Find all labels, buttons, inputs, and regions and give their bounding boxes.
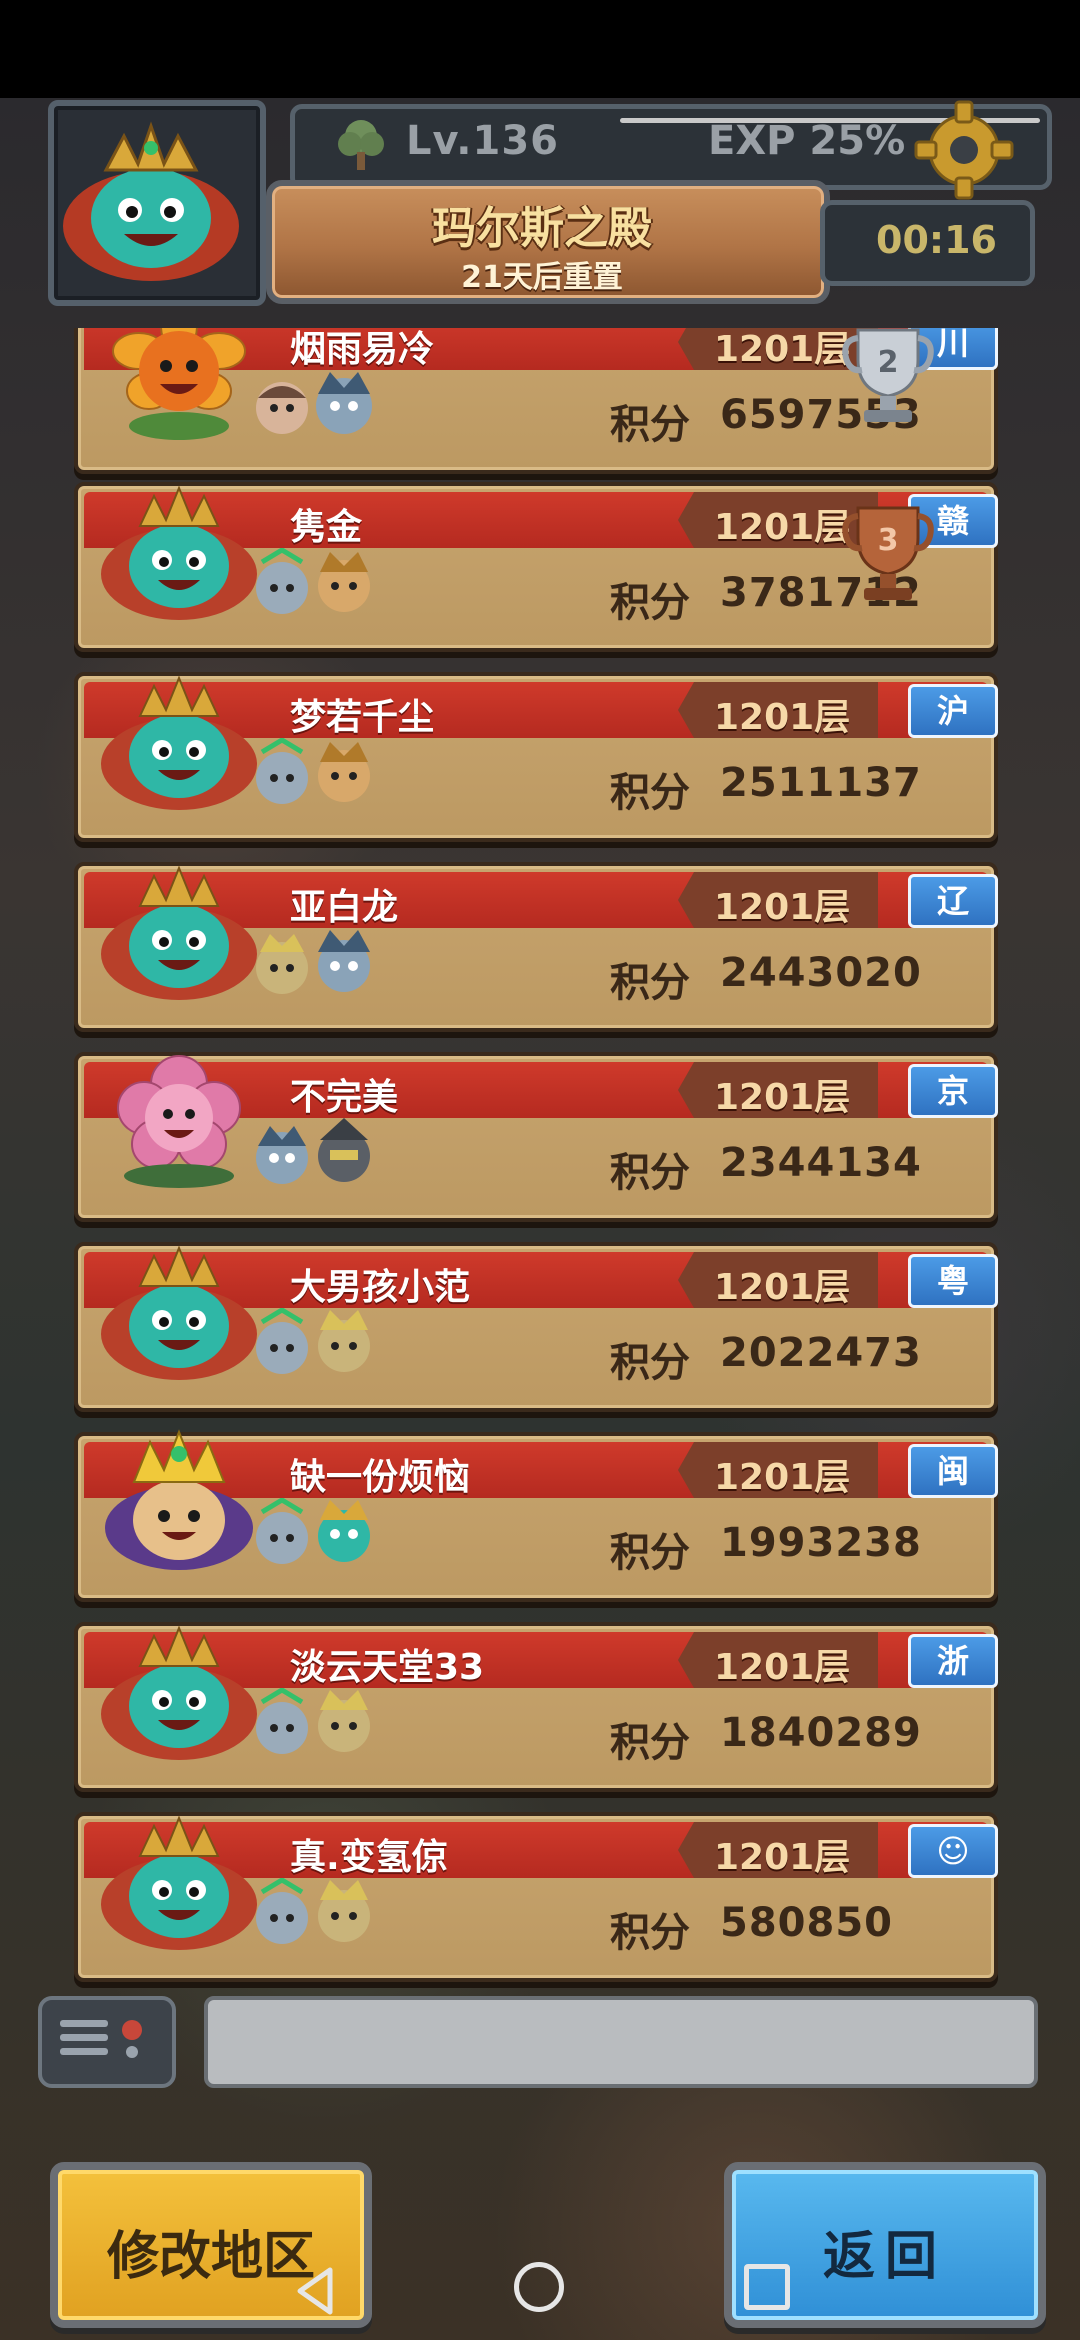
score-label: 积分 [610, 770, 690, 816]
leaderboard-entry[interactable]: 淡云天堂33 1201层 浙 积分 1840289 [74, 1622, 998, 1792]
floor-count: 1201层 [714, 1077, 851, 1118]
score-value: 1993238 [720, 1520, 922, 1566]
score-label: 积分 [610, 580, 690, 626]
frog-king-hero-icon [101, 675, 257, 810]
region-badge: 粤 [908, 1254, 998, 1308]
leaderboard-entry[interactable]: 梦若千尘 1201层 沪 积分 2511137 [74, 672, 998, 842]
reset-countdown: 21天后重置 [461, 260, 623, 295]
companion-hero-icon [256, 1308, 308, 1374]
companion-hero-icon [318, 1310, 370, 1372]
player-name: 淡云天堂33 [290, 1647, 485, 1688]
chat-menu-icon [60, 2020, 142, 2058]
region-badge: 京 [908, 1064, 998, 1118]
companion-hero-icon [318, 1690, 370, 1752]
player-avatar[interactable] [48, 100, 266, 306]
score-value: 580850 [720, 1900, 893, 1946]
score-value: 2022473 [720, 1330, 922, 1376]
score-label: 积分 [610, 402, 690, 448]
companion-hero-icon [318, 1118, 370, 1182]
nav-home-icon[interactable] [514, 2262, 564, 2312]
player-exp: EXP 25% [708, 118, 906, 164]
dungeon-title: 玛尔斯之殿 [432, 203, 652, 254]
player-name: 隽金 [290, 507, 363, 548]
companion-hero-icon [256, 1498, 308, 1564]
companion-hero-icon [256, 934, 308, 994]
region-badge: ☺ [908, 1824, 998, 1878]
frog-king-hero-icon [101, 485, 257, 620]
player-name: 烟雨易冷 [290, 329, 435, 370]
score-label: 积分 [610, 1720, 690, 1766]
player-name: 大男孩小范 [290, 1267, 471, 1308]
silver-trophy-icon: 2 [842, 328, 934, 422]
floor-count: 1201层 [714, 1457, 851, 1498]
floor-count: 1201层 [714, 1837, 851, 1878]
frog-king-hero-icon [101, 1815, 257, 1950]
region-badge: 沪 [908, 684, 998, 738]
leaderboard-entry[interactable]: 缺一份烦恼 1201层 闽 积分 1993238 [74, 1429, 998, 1602]
companion-hero-icon [256, 382, 308, 434]
player-name: 真.变氢倞 [290, 1837, 448, 1878]
frog-king-hero-icon [101, 865, 257, 1000]
score-value: 2511137 [720, 760, 922, 806]
companion-hero-icon [318, 552, 370, 612]
score-label: 积分 [610, 1340, 690, 1386]
companion-hero-icon [316, 372, 372, 434]
companion-hero-icon [256, 1878, 308, 1944]
score-label: 积分 [610, 960, 690, 1006]
leaderboard-entry[interactable]: 亚白龙 1201层 辽 积分 2443020 [74, 862, 998, 1032]
leaderboard-entry[interactable]: 隽金 1201层 赣 积分 3781712 3 [74, 482, 998, 652]
timer: 00:16 [876, 218, 997, 262]
floor-count: 1201层 [714, 507, 851, 548]
companion-hero-icon [318, 930, 370, 992]
purple-king-hero-icon [105, 1429, 253, 1570]
svg-text:2: 2 [878, 345, 899, 380]
companion-hero-icon [318, 1500, 370, 1562]
floor-count: 1201层 [714, 697, 851, 738]
frog-king-avatar-icon [63, 121, 239, 281]
companion-hero-icon [318, 742, 370, 802]
score-value: 2344134 [720, 1140, 922, 1186]
companion-hero-icon [256, 1688, 308, 1754]
leaderboard-entry[interactable]: 不完美 1201层 京 积分 2344134 [74, 1052, 998, 1222]
chat-button[interactable] [38, 1996, 176, 2088]
companion-hero-icon [256, 1126, 308, 1184]
leaderboard-list[interactable]: 烟雨易冷 1201层 川 积分 6597553 2 隽金 1201层 赣 积分 … [60, 328, 1020, 2008]
nav-back-icon[interactable] [290, 2264, 344, 2318]
chat-message-bar[interactable] [204, 1996, 1038, 2088]
score-label: 积分 [610, 1530, 690, 1576]
player-name: 梦若千尘 [290, 697, 435, 738]
sunflower-hero-icon [112, 328, 246, 440]
player-level: Lv.136 [406, 118, 559, 164]
player-name: 亚白龙 [290, 887, 399, 928]
leaderboard-entry[interactable]: 大男孩小范 1201层 粤 积分 2022473 [74, 1242, 998, 1412]
player-name: 缺一份烦恼 [290, 1457, 471, 1498]
region-badge: 闽 [908, 1444, 998, 1498]
bronze-trophy-icon: 3 [842, 506, 934, 600]
region-badge: 辽 [908, 874, 998, 928]
score-value: 2443020 [720, 950, 922, 996]
svg-text:3: 3 [878, 523, 899, 558]
floor-count: 1201层 [714, 887, 851, 928]
gear-icon[interactable] [910, 96, 1018, 204]
region-badge: 浙 [908, 1634, 998, 1688]
floor-count: 1201层 [714, 1647, 851, 1688]
companion-hero-icon [256, 738, 308, 804]
score-label: 积分 [610, 1150, 690, 1196]
floor-count: 1201层 [714, 329, 851, 370]
leaderboard-entry[interactable]: 真.变氢倞 1201层 ☺ 积分 580850 [74, 1812, 998, 1982]
companion-hero-icon [256, 548, 308, 614]
pink-flower-hero-icon [117, 1055, 241, 1188]
player-name: 不完美 [290, 1077, 399, 1118]
frog-king-hero-icon [101, 1245, 257, 1380]
leaderboard-entry[interactable]: 烟雨易冷 1201层 川 积分 6597553 2 [74, 328, 998, 474]
nav-recent-apps-icon[interactable] [744, 2264, 790, 2310]
frog-king-hero-icon [101, 1625, 257, 1760]
companion-hero-icon [318, 1880, 370, 1942]
floor-count: 1201层 [714, 1267, 851, 1308]
score-value: 1840289 [720, 1710, 922, 1756]
score-label: 积分 [610, 1910, 690, 1956]
tree-icon [338, 120, 384, 170]
